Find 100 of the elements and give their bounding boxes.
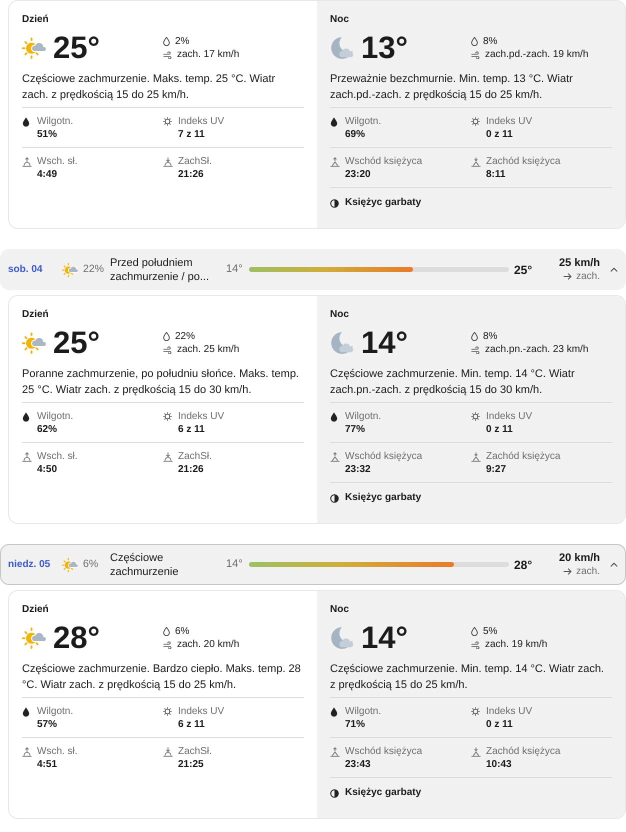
stat-value: 21:25	[178, 758, 205, 772]
moon-phase: Księżyc garbaty	[345, 196, 422, 210]
sun-icon	[471, 412, 480, 421]
moonset-icon	[471, 156, 481, 166]
stat-value: 21:26	[178, 168, 205, 182]
stat-value: 6 z 11	[178, 423, 206, 437]
temperature: 25°	[53, 33, 100, 63]
wind-icon	[471, 640, 480, 648]
moonrise-icon	[330, 746, 340, 756]
droplet-icon	[471, 627, 478, 636]
wind-direction: zach.	[576, 270, 600, 283]
wind-speed: zach.pd.-zach. 19 km/h	[485, 48, 588, 61]
moonrise-icon	[330, 452, 340, 462]
forecast-description: Częściowe zachmurzenie. Bardzo ciepło. Maks. temp. 28 °C. Wiatr zach. z prędkością 15 do 25 km/h.	[22, 662, 302, 693]
stat-label: Indeks UV	[178, 705, 224, 718]
condition-text: Przed południem zachmurzenie / po...	[110, 256, 210, 284]
high-temperature: 25°	[514, 262, 534, 278]
wind-speed: 20 km/h	[559, 551, 600, 565]
stat-value: 4:51	[37, 758, 58, 772]
stat-label: Wsch. sł.	[37, 450, 78, 463]
stat-label: Wschód księżyca	[345, 745, 422, 758]
sunrise-icon	[22, 156, 32, 166]
moon-phase: Księżyc garbaty	[345, 786, 422, 800]
low-temperature: 14°	[226, 557, 244, 572]
wind-speed: zach. 20 km/h	[177, 638, 240, 651]
moon-phase: Księżyc garbaty	[345, 491, 422, 505]
stat-label: Wilgotn.	[37, 115, 74, 128]
stat-value: 23:43	[345, 758, 372, 772]
stat-value: 4:49	[37, 168, 58, 182]
stat-label: Wschód księżyca	[345, 155, 422, 168]
forecast-description: Częściowe zachmurzenie. Min. temp. 14 °C. Wiatr zach. z prędkością 15 do 25 km/h.	[330, 662, 605, 693]
chevron-up-icon[interactable]	[610, 562, 618, 567]
chevron-up-icon[interactable]	[610, 267, 618, 272]
stat-label: Zachód księżyca	[486, 745, 560, 758]
sunrise-icon	[22, 746, 32, 756]
wind-speed: zach. 25 km/h	[177, 343, 240, 356]
stat-value: 8:11	[486, 168, 506, 182]
droplet-icon	[163, 37, 170, 46]
wind-icon	[163, 50, 172, 58]
droplet-icon	[163, 332, 170, 341]
sun-cloud-icon	[22, 36, 46, 60]
stat-label: Indeks UV	[178, 410, 224, 423]
wind-speed: zach. 17 km/h	[177, 48, 240, 61]
precipitation-chance: 22%	[175, 330, 196, 343]
stat-value: 10:43	[486, 758, 513, 772]
moon-cloud-icon	[330, 36, 354, 60]
forecast-description: Przeważnie bezchmurnie. Min. temp. 13 °C. Wiatr zach.pd.-zach. z prędkością 15 do 25 km/h.	[330, 72, 574, 103]
day-summary-bar[interactable]: niedz. 05 6% Częściowe zachmurzenie 14° 28° 20 km/h zach.	[0, 544, 626, 585]
stat-label: Wilgotn.	[37, 705, 74, 718]
precipitation-chance: 6%	[83, 556, 100, 572]
droplet-icon	[22, 706, 30, 716]
stat-value: 4:50	[37, 463, 58, 477]
sunrise-icon	[22, 452, 32, 462]
sun-icon	[471, 707, 480, 716]
stat-label: ZachSł.	[178, 155, 212, 168]
sun-icon	[163, 117, 172, 126]
stat-value: 6 z 11	[178, 718, 206, 732]
droplet-icon	[22, 116, 30, 126]
sun-icon	[163, 707, 172, 716]
droplet-icon	[330, 116, 338, 126]
precipitation-chance: 8%	[483, 330, 498, 343]
arrow-icon	[563, 273, 572, 280]
low-temperature: 14°	[226, 262, 244, 278]
precipitation-chance: 8%	[483, 35, 498, 48]
droplet-icon	[163, 627, 170, 636]
temperature: 28°	[53, 623, 100, 653]
stat-value: 0 z 11	[486, 128, 514, 142]
panel-title: Dzień	[22, 13, 50, 27]
stat-value: 21:26	[178, 463, 205, 477]
temperature: 14°	[361, 328, 408, 358]
sun-cloud-icon	[62, 556, 78, 572]
sun-cloud-icon	[22, 331, 46, 355]
forecast-description: Częściowe zachmurzenie. Maks. temp. 25 °C. Wiatr zach. z prędkością 15 do 25 km/h.	[22, 72, 276, 103]
moonset-icon	[471, 746, 481, 756]
moon-cloud-icon	[330, 626, 354, 650]
panel-title: Dzień	[22, 603, 50, 617]
stat-value: 23:32	[345, 463, 372, 477]
date-label: sob. 04	[8, 263, 44, 277]
high-temperature: 28°	[514, 556, 534, 574]
stat-label: Wilgotn.	[345, 115, 382, 128]
half-moon-icon	[330, 494, 339, 502]
wind-icon	[163, 346, 172, 354]
stat-value: 9:27	[486, 463, 508, 477]
arrow-icon	[563, 568, 572, 575]
stat-value: 62%	[37, 423, 58, 437]
stat-value: 23:20	[345, 168, 372, 182]
stat-label: ZachSł.	[178, 450, 212, 463]
wind-icon	[163, 640, 172, 648]
sunset-icon	[163, 746, 173, 756]
stat-value: 71%	[345, 718, 366, 732]
temperature: 14°	[361, 623, 408, 653]
condition-text: Częściowe zachmurzenie	[110, 550, 180, 578]
sun-cloud-icon	[22, 626, 46, 650]
stat-label: Indeks UV	[486, 115, 532, 128]
moonrise-icon	[330, 156, 340, 166]
wind-icon	[471, 50, 480, 58]
stat-value: 7 z 11	[178, 128, 206, 142]
panel-title: Dzień	[22, 308, 50, 322]
temperature: 25°	[53, 328, 100, 358]
moonset-icon	[471, 452, 481, 462]
